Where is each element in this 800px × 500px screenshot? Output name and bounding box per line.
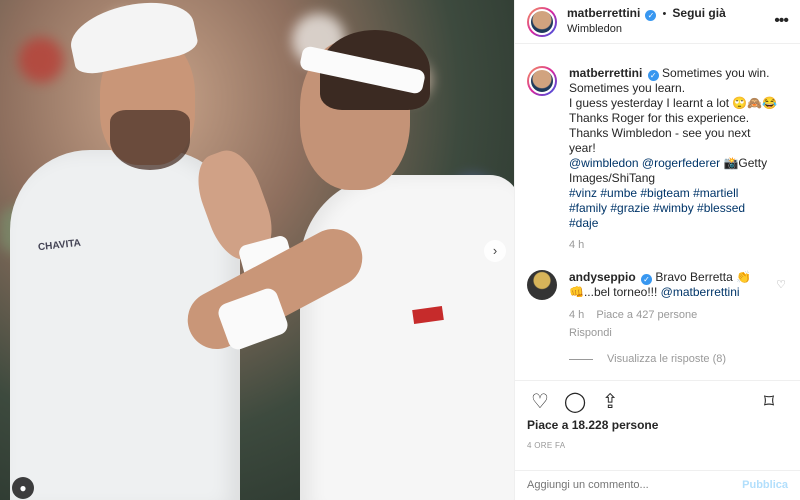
comment-icon[interactable]: ◯ <box>562 389 588 415</box>
verified-badge-icon: ✓ <box>641 274 653 285</box>
reply-button[interactable]: Rispondi <box>569 326 742 341</box>
avatar[interactable] <box>527 6 557 37</box>
avatar[interactable] <box>527 270 557 300</box>
post-sidebar: matberrettini ✓ • Segui già Wimbledon ••… <box>514 0 800 500</box>
caption-line: Sometimes you win. <box>662 66 770 80</box>
reply-meta: 4 h Piace a 427 persone Rispondi <box>569 308 751 341</box>
following-button[interactable]: Segui già <box>672 6 725 20</box>
caption-line: Sometimes you learn. <box>569 81 686 95</box>
caption-line: Thanks Wimbledon - see you next <box>569 126 751 140</box>
author-username[interactable]: matberrettini <box>567 6 640 20</box>
action-bar: ♡ ◯ ⇪ ⌑ <box>515 380 800 422</box>
verified-badge-icon: ✓ <box>647 70 659 81</box>
hashtag-links[interactable]: #daje <box>569 216 598 230</box>
heart-icon[interactable]: ♡ <box>776 278 786 291</box>
caption-line: I guess yesterday I learnt a lot 🙄🙈😂 <box>569 96 778 110</box>
reply-author[interactable]: andyseppio <box>569 270 636 284</box>
location-link[interactable]: Wimbledon <box>567 22 726 37</box>
post-photo[interactable]: CHAVITA › ● <box>0 0 514 500</box>
post-header: matberrettini ✓ • Segui già Wimbledon ••… <box>515 0 800 44</box>
mention-link[interactable]: @wimbledon <box>569 156 639 170</box>
reply-timestamp[interactable]: 4 h <box>569 309 584 321</box>
user-tag-icon[interactable]: ● <box>12 477 34 499</box>
likes-count[interactable]: Piace a 18.228 persone <box>527 418 658 432</box>
mention-link[interactable]: @rogerfederer <box>642 156 720 170</box>
comment-input[interactable] <box>527 479 727 491</box>
hashtag-links[interactable]: #vinz #umbe #bigteam #martiell <box>569 186 738 200</box>
hashtag-links[interactable]: #family #grazie #wimby #blessed <box>569 201 745 215</box>
player-left-beard <box>110 110 190 170</box>
publish-button[interactable]: Pubblica <box>742 479 788 491</box>
comment-form: Pubblica <box>515 470 800 500</box>
carousel-next-icon[interactable]: › <box>484 240 506 262</box>
reply-text: 👊...bel torneo!!! <box>569 285 658 299</box>
avatar[interactable] <box>527 66 557 96</box>
bookmark-icon[interactable]: ⌑ <box>756 389 782 415</box>
mention-link[interactable]: @matberrettini <box>661 285 740 299</box>
caption-timestamp[interactable]: 4 h <box>569 238 788 253</box>
separator-dot: • <box>662 8 667 20</box>
player-right-shirt <box>300 175 514 500</box>
view-replies-link[interactable]: Visualizza le risposte (8) <box>569 353 788 365</box>
reply-likes[interactable]: Piace a 427 persone <box>596 309 697 321</box>
instagram-post: CHAVITA › ● matberrettini ✓ • Segui già … <box>0 0 800 500</box>
verified-badge-icon: ✓ <box>645 10 657 21</box>
more-options-icon[interactable]: ••• <box>774 12 789 30</box>
caption-comment: matberrettini ✓ Sometimes you win. Somet… <box>527 66 788 253</box>
caption-author[interactable]: matberrettini <box>569 66 642 80</box>
post-time[interactable]: 4 ORE FA <box>527 441 565 450</box>
share-icon[interactable]: ⇪ <box>597 389 623 415</box>
caption-line: year! <box>569 141 596 155</box>
reply-comment: andyseppio ✓ Bravo Berretta 👏 👊...bel to… <box>527 270 788 341</box>
caption-line: Thanks Roger for this experience. <box>569 111 750 125</box>
reply-text: Bravo Berretta 👏 <box>655 270 752 284</box>
comments-list: matberrettini ✓ Sometimes you win. Somet… <box>527 66 788 365</box>
heart-icon[interactable]: ♡ <box>527 389 553 415</box>
